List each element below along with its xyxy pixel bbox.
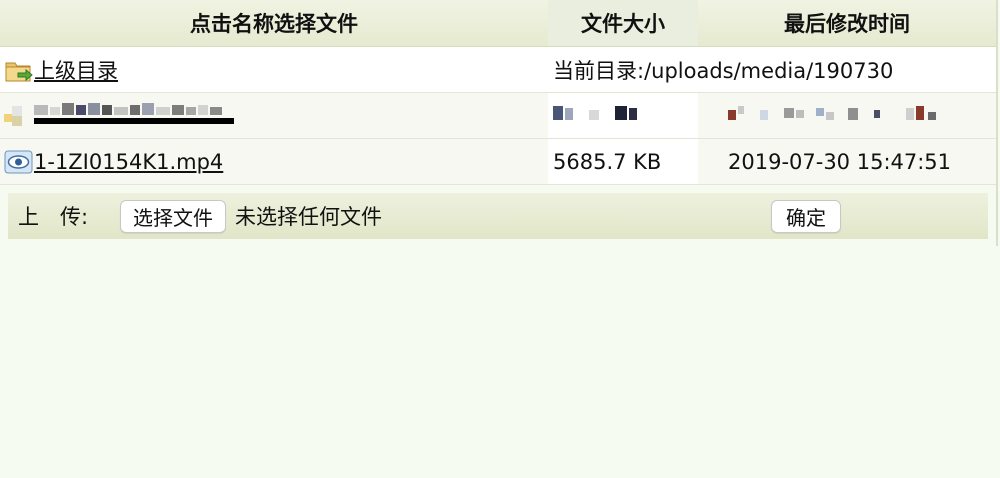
- redacted-row: [0, 92, 996, 139]
- choose-file-button[interactable]: 选择文件: [120, 199, 226, 233]
- file-row: 1-1ZI0154K1.mp4 5685.7 KB 2019-07-30 15:…: [0, 138, 996, 185]
- redacted-modified: [698, 92, 996, 139]
- redacted-size: [548, 92, 698, 139]
- size-column-header: 文件大小: [548, 0, 698, 47]
- name-column-header: 点击名称选择文件: [0, 0, 548, 47]
- parent-directory-cell[interactable]: 上级目录: [0, 46, 548, 93]
- table-header-row: 点击名称选择文件 文件大小 最后修改时间: [0, 0, 996, 47]
- folder-up-icon[interactable]: [4, 56, 34, 84]
- folder-icon: [4, 102, 34, 130]
- file-name-link[interactable]: 1-1ZI0154K1.mp4: [34, 150, 223, 174]
- redacted-name: [34, 99, 239, 132]
- video-file-icon[interactable]: [4, 148, 34, 176]
- parent-directory-link[interactable]: 上级目录: [34, 59, 118, 83]
- modified-column-header: 最后修改时间: [698, 0, 996, 47]
- redacted-name-cell[interactable]: [0, 92, 548, 139]
- no-file-chosen-text: 未选择任何文件: [235, 205, 382, 229]
- file-table: 点击名称选择文件 文件大小 最后修改时间 上级目录 当前目录:/uploads/…: [0, 0, 996, 185]
- confirm-button[interactable]: 确定: [771, 200, 841, 233]
- file-modified-time: 2019-07-30 15:47:51: [698, 138, 996, 185]
- file-size: 5685.7 KB: [548, 138, 698, 185]
- upload-bar: 上 传: 选择文件 未选择任何文件 确定: [8, 193, 988, 239]
- parent-directory-row: 上级目录 当前目录:/uploads/media/190730: [0, 46, 996, 93]
- current-directory-text: 当前目录:/uploads/media/190730: [548, 46, 996, 93]
- file-name-cell[interactable]: 1-1ZI0154K1.mp4: [0, 138, 548, 185]
- upload-label: 上 传:: [18, 205, 89, 229]
